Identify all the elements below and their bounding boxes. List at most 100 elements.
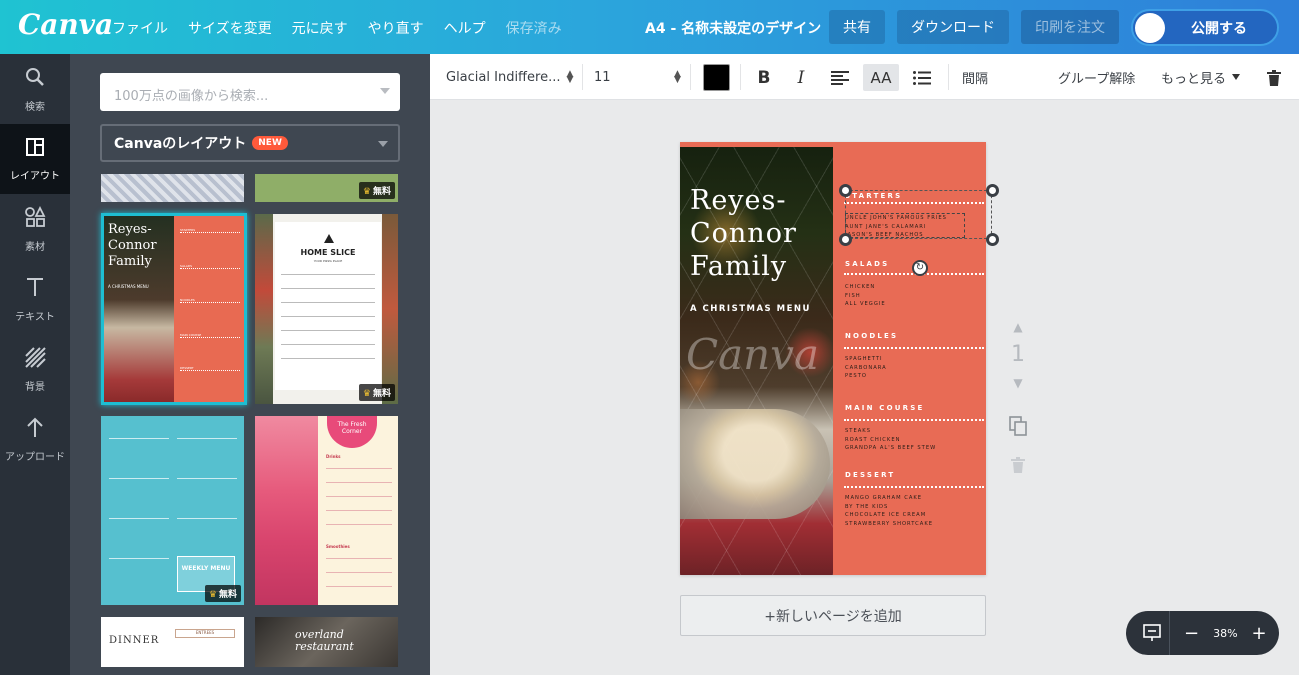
zoom-level[interactable]: 38% bbox=[1213, 627, 1237, 640]
resize-handle-bottom-left[interactable] bbox=[839, 233, 852, 246]
delete-page-icon[interactable] bbox=[1008, 457, 1028, 476]
editor-canvas[interactable]: Reyes- Connor Family A CHRISTMAS MENU Ca… bbox=[430, 100, 1299, 675]
list-icon[interactable] bbox=[906, 64, 938, 91]
separator bbox=[582, 64, 583, 90]
thumb-title: DINNER bbox=[109, 635, 160, 646]
more-button[interactable]: もっと見る bbox=[1161, 54, 1241, 100]
zoom-controls: − 38% + bbox=[1126, 611, 1279, 655]
resize-handle-top-left[interactable] bbox=[839, 184, 852, 197]
duplicate-page-icon[interactable] bbox=[1008, 416, 1028, 439]
dotted-divider bbox=[844, 486, 984, 488]
uppercase-icon[interactable]: AA bbox=[863, 64, 899, 91]
bold-icon[interactable]: B bbox=[748, 64, 780, 91]
rotate-icon[interactable]: ↻ bbox=[912, 260, 928, 276]
crown-icon: ♛ bbox=[362, 389, 371, 399]
thumb-photo-left bbox=[255, 214, 273, 404]
present-icon[interactable] bbox=[1134, 611, 1170, 655]
zoom-out-button[interactable]: − bbox=[1184, 623, 1199, 644]
menu-resize[interactable]: サイズを変更 bbox=[188, 18, 272, 38]
resize-handle-bottom-right[interactable] bbox=[986, 233, 999, 246]
print-order-button[interactable]: 印刷を注文 bbox=[1021, 10, 1119, 44]
move-page-up-icon[interactable]: ▲ bbox=[1008, 320, 1028, 334]
thumb-title: Reyes- Connor Family bbox=[108, 222, 157, 269]
italic-icon[interactable]: I bbox=[785, 64, 817, 91]
menu-item[interactable]: MANGO GRAHAM CAKE bbox=[845, 494, 922, 503]
menu-item[interactable]: GRANDPA AL'S BEEF STEW bbox=[845, 444, 936, 453]
rail-text[interactable]: テキスト bbox=[0, 264, 70, 334]
layout-thumb-dinner-menu[interactable]: DINNER ENTREES bbox=[101, 617, 244, 667]
image-search-input[interactable]: 100万点の画像から検索... bbox=[100, 73, 400, 111]
thumb-subtitle: A CHRISTMAS MENU bbox=[108, 284, 149, 289]
add-page-button[interactable]: +新しいページを追加 bbox=[680, 595, 986, 636]
rail-elements[interactable]: 素材 bbox=[0, 194, 70, 264]
ungroup-button[interactable]: グループ解除 bbox=[1058, 54, 1135, 100]
rail-background[interactable]: 背景 bbox=[0, 334, 70, 404]
section-heading[interactable]: NOODLES bbox=[845, 332, 898, 340]
design-title[interactable]: Reyes- Connor Family bbox=[690, 184, 797, 283]
section-heading[interactable]: DESSERT bbox=[845, 471, 895, 479]
menu-item[interactable]: FISH bbox=[845, 292, 861, 301]
layout-thumb-partial-1[interactable] bbox=[101, 174, 244, 202]
menu-undo[interactable]: 元に戻す bbox=[292, 18, 348, 38]
menu-item[interactable]: SPAGHETTI bbox=[845, 355, 883, 364]
layout-thumb-weekly-menu[interactable]: WEEKLY MENU ♛ 無料 bbox=[101, 416, 244, 605]
rail-upload[interactable]: アップロード bbox=[0, 404, 70, 474]
move-page-down-icon[interactable]: ▼ bbox=[1008, 376, 1028, 390]
thumb-photo bbox=[255, 416, 318, 605]
divider bbox=[177, 518, 237, 519]
menu-item[interactable]: STEAKS bbox=[845, 427, 871, 436]
free-badge-label: 無料 bbox=[372, 187, 391, 197]
rail-layouts[interactable]: レイアウト bbox=[0, 124, 70, 194]
rail-text-label: テキスト bbox=[15, 311, 55, 323]
layout-thumb-pizza-menu[interactable]: HOME SLICE YOUR PIZZA PLACE ♛ 無料 bbox=[255, 214, 398, 404]
layout-thumb-fresh-corner[interactable]: The Fresh Corner Drinks Smoothies bbox=[255, 416, 398, 605]
download-button[interactable]: ダウンロード bbox=[897, 10, 1009, 44]
canva-logo[interactable]: Canva bbox=[18, 8, 113, 41]
upload-icon bbox=[24, 416, 46, 444]
menu-item[interactable]: ROAST CHICKEN bbox=[845, 436, 901, 445]
text-selection[interactable] bbox=[845, 213, 965, 238]
publish-toggle[interactable]: 公開する bbox=[1131, 9, 1279, 46]
section-heading[interactable]: SALADS bbox=[845, 260, 889, 268]
layout-thumb-partial-2[interactable]: ♛ 無料 bbox=[255, 174, 398, 202]
divider bbox=[281, 302, 375, 303]
menu-item[interactable]: ALL VEGGIE bbox=[845, 300, 886, 309]
trash-icon[interactable] bbox=[1258, 64, 1290, 91]
design-subtitle[interactable]: A CHRISTMAS MENU bbox=[690, 304, 811, 314]
thumb-section: MAIN COURSE bbox=[180, 333, 240, 338]
menu-item[interactable]: CARBONARA bbox=[845, 364, 887, 373]
document-title[interactable]: A4 - 名称未設定のデザイン bbox=[645, 18, 821, 38]
menu-item[interactable]: STRAWBERRY SHORTCAKE bbox=[845, 520, 933, 529]
layouts-dropdown[interactable]: Canvaのレイアウト NEW bbox=[100, 124, 400, 162]
menu-file[interactable]: ファイル bbox=[112, 18, 168, 38]
section-heading[interactable]: MAIN COURSE bbox=[845, 404, 924, 412]
menu-item[interactable]: CHOCOLATE ICE CREAM bbox=[845, 511, 926, 520]
layout-thumb-overland[interactable]: overland restaurant bbox=[255, 617, 398, 667]
chevron-down-icon bbox=[378, 141, 388, 147]
menu-item[interactable]: BY THE KIDS bbox=[845, 503, 888, 512]
thumb-card: HOME SLICE YOUR PIZZA PLACE bbox=[275, 222, 381, 390]
text-color-swatch[interactable] bbox=[703, 64, 730, 91]
menu-help[interactable]: ヘルプ bbox=[444, 18, 486, 38]
thumb-photo-right bbox=[382, 214, 398, 404]
thumb-box: ENTREES bbox=[175, 629, 235, 638]
divider bbox=[326, 510, 392, 511]
resize-handle-top-right[interactable] bbox=[986, 184, 999, 197]
layouts-dropdown-label: Canvaのレイアウト bbox=[114, 136, 247, 152]
menu-item[interactable]: CHICKEN bbox=[845, 283, 875, 292]
font-family-select[interactable]: Glacial Indiffere... ▲ ▼ bbox=[446, 54, 576, 100]
save-status: 保存済み bbox=[505, 21, 562, 37]
share-button[interactable]: 共有 bbox=[829, 10, 885, 44]
spacing-button[interactable]: 間隔 bbox=[962, 54, 988, 100]
rail-elements-label: 素材 bbox=[25, 241, 45, 253]
menu-redo[interactable]: やり直す bbox=[368, 18, 424, 38]
thumb-title: HOME SLICE bbox=[300, 248, 356, 257]
menu-item[interactable]: PESTO bbox=[845, 372, 867, 381]
font-size-value: 11 bbox=[594, 69, 611, 85]
layout-thumb-christmas-menu[interactable]: Reyes- Connor Family A CHRISTMAS MENU STAR… bbox=[101, 213, 247, 405]
divider bbox=[326, 586, 392, 587]
font-size-select[interactable]: 11 ▲ ▼ bbox=[594, 54, 682, 100]
align-left-icon[interactable] bbox=[824, 64, 856, 91]
zoom-in-button[interactable]: + bbox=[1252, 623, 1267, 644]
rail-search[interactable]: 検索 bbox=[0, 54, 70, 124]
